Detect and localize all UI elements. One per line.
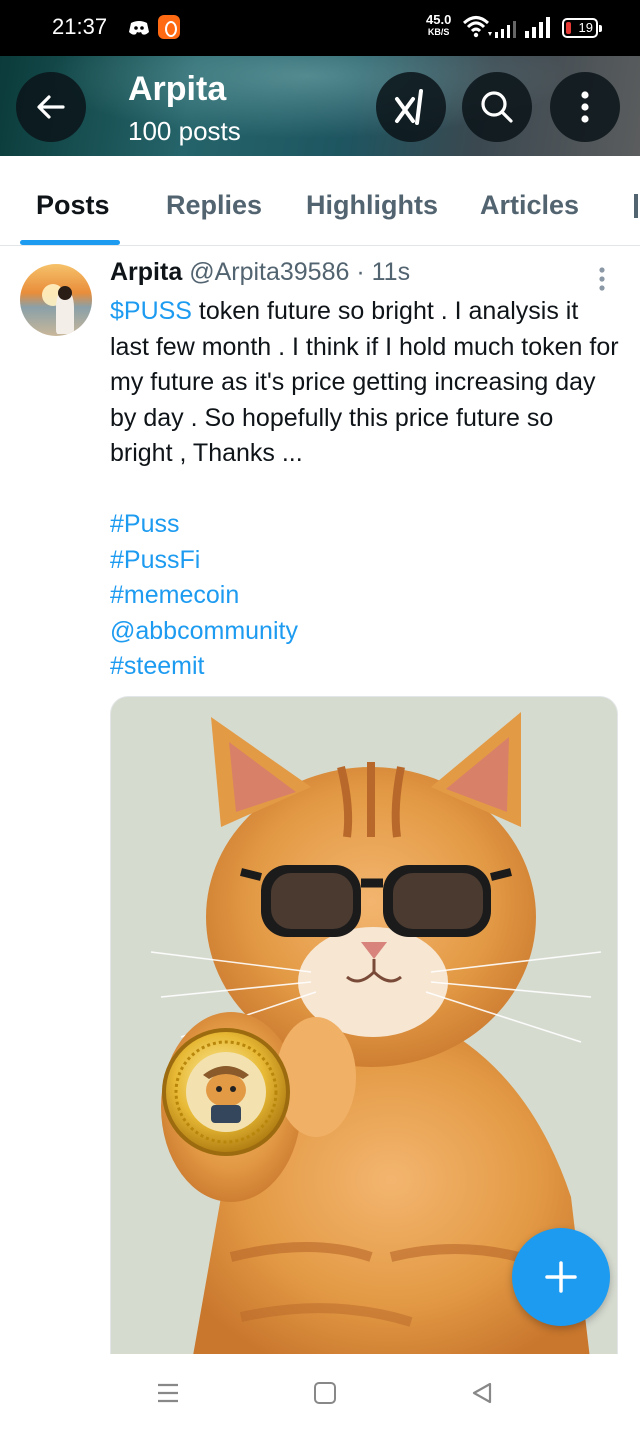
status-time: 21:37	[52, 14, 108, 39]
tab-highlights[interactable]: Highlights	[306, 190, 438, 221]
recent-apps-icon[interactable]	[156, 1382, 180, 1404]
network-speed: 45.0 KB/S	[426, 12, 452, 37]
tab-articles[interactable]: Articles	[480, 190, 579, 221]
separator: ·	[349, 258, 372, 286]
tab-media-partial[interactable]	[634, 194, 638, 218]
profile-header: Arpita 100 posts	[0, 56, 640, 156]
more-vertical-icon	[581, 91, 589, 123]
post-header: Arpita @Arpita39586 · 11s	[110, 258, 410, 287]
avatar[interactable]	[20, 264, 92, 336]
search-button[interactable]	[462, 72, 532, 142]
discord-icon	[129, 21, 149, 35]
hashtag-link[interactable]: #memecoin	[110, 578, 298, 614]
mention-link[interactable]: @abbcommunity	[110, 614, 298, 650]
system-nav-bar	[0, 1354, 640, 1433]
wifi-icon	[462, 16, 492, 38]
app-notification-icon	[158, 15, 180, 39]
tab-posts[interactable]: Posts	[36, 190, 110, 221]
post-time: 11s	[371, 258, 411, 286]
profile-tabs: Posts Replies Highlights Articles	[0, 156, 640, 246]
more-options-button[interactable]	[550, 72, 620, 142]
signal-sim2-icon	[525, 17, 550, 38]
plus-icon	[545, 1261, 577, 1293]
home-nav-icon[interactable]	[314, 1382, 336, 1404]
battery-indicator: 19	[562, 18, 602, 38]
active-tab-indicator	[20, 240, 120, 245]
post-count: 100 posts	[128, 116, 241, 146]
hashtag-list: #Puss #PussFi #memecoin @abbcommunity #s…	[110, 507, 298, 685]
compose-post-button[interactable]	[512, 1228, 610, 1326]
status-bar: 21:37 45.0 KB/S 19	[0, 0, 640, 56]
grok-icon	[395, 89, 423, 125]
back-nav-icon[interactable]	[470, 1381, 494, 1405]
signal-sim1-icon	[495, 21, 516, 38]
back-arrow-icon	[37, 95, 65, 119]
tab-replies[interactable]: Replies	[166, 190, 262, 221]
back-button[interactable]	[16, 72, 86, 142]
post-author-name[interactable]: Arpita	[110, 258, 182, 286]
search-icon	[481, 91, 513, 123]
grok-button[interactable]	[376, 72, 446, 142]
hashtag-link[interactable]: #PussFi	[110, 543, 298, 579]
hashtag-link[interactable]: #steemit	[110, 649, 298, 685]
hashtag-link[interactable]: #Puss	[110, 507, 298, 543]
cashtag-link[interactable]: $PUSS	[110, 297, 192, 325]
post-text: $PUSS token future so bright . I analysi…	[110, 294, 620, 472]
post-author-handle[interactable]: @Arpita39586	[189, 258, 349, 286]
post-more-icon[interactable]	[596, 266, 608, 292]
profile-name: Arpita	[128, 70, 227, 108]
